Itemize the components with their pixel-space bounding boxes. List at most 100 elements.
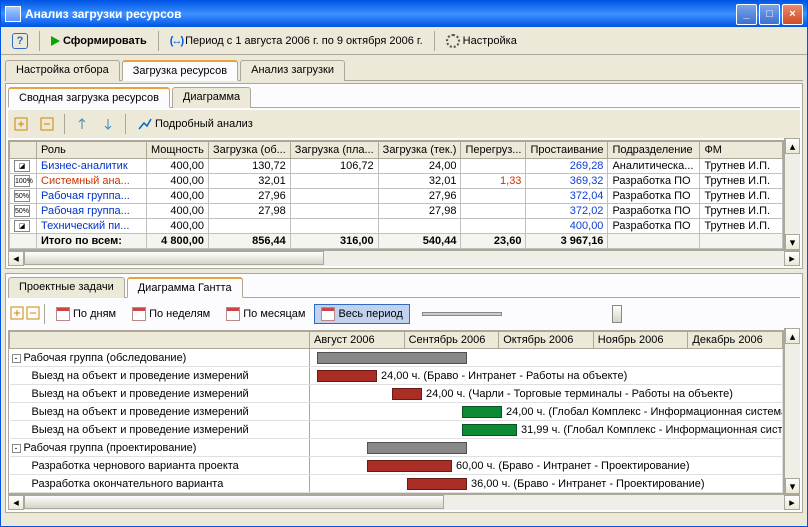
gantt-bar[interactable] <box>462 406 502 418</box>
gantt-vscroll[interactable]: ▴ ▾ <box>784 328 800 494</box>
gantt-hscroll[interactable]: ◂ ▸ <box>8 494 800 510</box>
table-row[interactable]: ◪ Технический пи... 400,00 400,00 Разраб… <box>10 219 783 234</box>
gantt-row[interactable]: -Рабочая группа (проектирование) <box>10 439 783 457</box>
gantt-bar[interactable] <box>462 424 517 436</box>
tab-gantt[interactable]: Диаграмма Гантта <box>127 277 243 298</box>
gantt-row[interactable]: Выезд на объект и проведение измерений24… <box>10 367 783 385</box>
time-weeks-label: По неделям <box>149 308 210 320</box>
help-button[interactable]: ? <box>5 30 35 52</box>
resource-grid[interactable]: РольМощностьЗагрузка (об...Загрузка (пла… <box>8 140 784 250</box>
gantt-row[interactable]: Выезд на объект и проведение измерений31… <box>10 421 783 439</box>
tab-project-tasks[interactable]: Проектные задачи <box>8 277 125 298</box>
gantt-tool-collapse[interactable] <box>26 306 40 323</box>
scroll-up-icon[interactable]: ▴ <box>785 138 800 154</box>
grid-toolbar: Подробный анализ <box>8 110 800 138</box>
grid-header[interactable]: Перегруз... <box>461 142 526 159</box>
gantt-month-header: Октябрь 2006 <box>499 332 594 349</box>
gantt-bar-label: 24,00 ч. (Чарли - Торговые терминалы - Р… <box>426 388 733 400</box>
gantt-bar[interactable] <box>367 442 467 454</box>
scroll-up-icon[interactable]: ▴ <box>785 328 800 344</box>
gantt-bar[interactable] <box>317 370 377 382</box>
detail-analysis-label: Подробный анализ <box>155 118 253 130</box>
gantt-row[interactable]: Разработка чернового варианта проекта60,… <box>10 457 783 475</box>
grid-tool-sortdesc[interactable] <box>97 113 119 135</box>
time-weeks-button[interactable]: По неделям <box>125 304 217 324</box>
period-button[interactable]: (↔)Период с 1 августа 2006 г. по 9 октяб… <box>163 32 430 50</box>
grid-header[interactable]: Подразделение <box>608 142 700 159</box>
table-row[interactable]: 100% Системный ана... 400,0032,0132,01 1… <box>10 174 783 189</box>
tree-toggle[interactable]: - <box>12 444 21 453</box>
calendar-icon <box>132 307 146 321</box>
scroll-right-icon[interactable]: ▸ <box>784 251 800 266</box>
grid-tool-sortasc[interactable] <box>71 113 93 135</box>
gantt-bar-label: 24,00 ч. (Браво - Интранет - Работы на о… <box>381 370 627 382</box>
calendar-icon <box>56 307 70 321</box>
play-icon <box>51 36 60 46</box>
close-button[interactable]: × <box>782 4 803 25</box>
grid-header[interactable]: Загрузка (об... <box>209 142 291 159</box>
subtab-diagram[interactable]: Диаграмма <box>172 87 251 108</box>
role-link[interactable]: Бизнес-аналитик <box>41 160 128 172</box>
scroll-left-icon[interactable]: ◂ <box>8 251 24 266</box>
gantt-bar-label: 36,00 ч. (Браво - Интранет - Проектирова… <box>471 478 705 490</box>
form-button[interactable]: Сформировать <box>44 32 154 50</box>
time-days-button[interactable]: По дням <box>49 304 123 324</box>
table-row[interactable]: ◪ Бизнес-аналитик 400,00130,72106,7224,0… <box>10 159 783 174</box>
gear-icon <box>446 34 460 48</box>
table-row[interactable]: 50% Рабочая группа... 400,0027,9827,98 3… <box>10 204 783 219</box>
gantt-bar-label: 60,00 ч. (Браво - Интранет - Проектирова… <box>456 460 690 472</box>
gantt-bar[interactable] <box>407 478 467 490</box>
time-whole-button[interactable]: Весь период <box>314 304 409 324</box>
titlebar: Анализ загрузки ресурсов _ □ × <box>1 1 807 27</box>
table-row[interactable]: 50% Рабочая группа... 400,0027,9627,96 3… <box>10 189 783 204</box>
gantt-row[interactable]: Выезд на объект и проведение измерений24… <box>10 403 783 421</box>
grid-tool-collapse[interactable] <box>36 113 58 135</box>
grid-tool-expand[interactable] <box>10 113 32 135</box>
grid-header[interactable]: Мощность <box>147 142 209 159</box>
role-link[interactable]: Рабочая группа... <box>41 205 130 217</box>
zoom-slider[interactable] <box>422 305 622 323</box>
scroll-down-icon[interactable]: ▾ <box>785 234 800 250</box>
gantt-row[interactable]: Выезд на объект и проведение измерений24… <box>10 385 783 403</box>
period-icon: (↔) <box>170 35 182 47</box>
grid-header[interactable] <box>10 142 37 159</box>
settings-label: Настройка <box>463 35 517 47</box>
gantt-row[interactable]: Разработка окончательного варианта36,00 … <box>10 475 783 493</box>
gantt-bar[interactable] <box>367 460 452 472</box>
maximize-button[interactable]: □ <box>759 4 780 25</box>
calendar-icon <box>226 307 240 321</box>
gantt-tool-expand[interactable] <box>10 306 24 323</box>
role-link[interactable]: Системный ана... <box>41 175 130 187</box>
grid-header[interactable]: Загрузка (пла... <box>290 142 378 159</box>
grid-hscroll[interactable]: ◂ ▸ <box>8 250 800 266</box>
grid-header[interactable]: Простаивание <box>526 142 608 159</box>
subtab-summary[interactable]: Сводная загрузка ресурсов <box>8 87 170 108</box>
gantt-row[interactable]: -Рабочая группа (обследование) <box>10 349 783 367</box>
grid-header[interactable]: ФМ <box>700 142 783 159</box>
grid-vscroll[interactable]: ▴ ▾ <box>784 138 800 250</box>
row-icon: 50% <box>14 190 30 202</box>
time-days-label: По дням <box>73 308 116 320</box>
time-months-button[interactable]: По месяцам <box>219 304 312 324</box>
grid-header[interactable]: Загрузка (тек.) <box>378 142 461 159</box>
settings-button[interactable]: Настройка <box>439 31 524 51</box>
hscroll-thumb[interactable] <box>24 251 324 265</box>
slider-thumb[interactable] <box>612 305 622 323</box>
scroll-left-icon[interactable]: ◂ <box>8 495 24 510</box>
gantt-bar[interactable] <box>317 352 467 364</box>
gantt-bar[interactable] <box>392 388 422 400</box>
role-link[interactable]: Технический пи... <box>41 220 129 232</box>
tab-resource-load[interactable]: Загрузка ресурсов <box>122 60 238 81</box>
minimize-button[interactable]: _ <box>736 4 757 25</box>
scroll-down-icon[interactable]: ▾ <box>785 478 800 494</box>
scroll-right-icon[interactable]: ▸ <box>784 495 800 510</box>
tab-filter[interactable]: Настройка отбора <box>5 60 120 81</box>
tab-load-analysis[interactable]: Анализ загрузки <box>240 60 345 81</box>
detail-analysis-button[interactable]: Подробный анализ <box>132 114 259 134</box>
tree-toggle[interactable]: - <box>12 354 21 363</box>
calendar-icon <box>321 307 335 321</box>
grid-header[interactable]: Роль <box>37 142 147 159</box>
hscroll-thumb[interactable] <box>24 495 444 509</box>
role-link[interactable]: Рабочая группа... <box>41 190 130 202</box>
gantt-grid[interactable]: Август 2006Сентябрь 2006Октябрь 2006Нояб… <box>8 330 784 494</box>
